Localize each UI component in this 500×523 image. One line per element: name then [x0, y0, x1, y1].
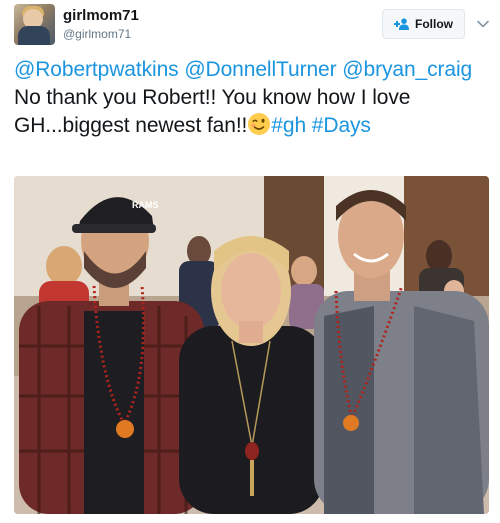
mention-bryan-craig[interactable]: @bryan_craig — [342, 58, 472, 81]
tweet-photo[interactable]: RAMS — [14, 176, 489, 514]
cap-logo: RAMS — [132, 200, 159, 210]
tweet-header: girlmom71 @girlmom71 Follow — [14, 4, 489, 46]
hashtag-days[interactable]: #Days — [312, 114, 371, 137]
hashtag-gh[interactable]: #gh — [271, 114, 306, 137]
follow-button[interactable]: Follow — [382, 9, 465, 39]
winking-face-emoji — [247, 112, 271, 136]
follow-label: Follow — [415, 17, 453, 31]
mention-robertpwatkins[interactable]: @Robertpwatkins — [14, 58, 179, 81]
mention-donnellturner[interactable]: @DonnellTurner — [184, 58, 336, 81]
tweet-text: @Robertpwatkins @DonnellTurner @bryan_cr… — [14, 56, 490, 140]
tweet-card: girlmom71 @girlmom71 Follow @Robertpwatk… — [0, 0, 500, 523]
display-name[interactable]: girlmom71 — [63, 7, 139, 24]
avatar[interactable] — [14, 4, 55, 45]
user-handle[interactable]: @girlmom71 — [63, 27, 131, 41]
add-user-icon — [394, 18, 410, 30]
chevron-down-icon[interactable] — [476, 17, 490, 31]
